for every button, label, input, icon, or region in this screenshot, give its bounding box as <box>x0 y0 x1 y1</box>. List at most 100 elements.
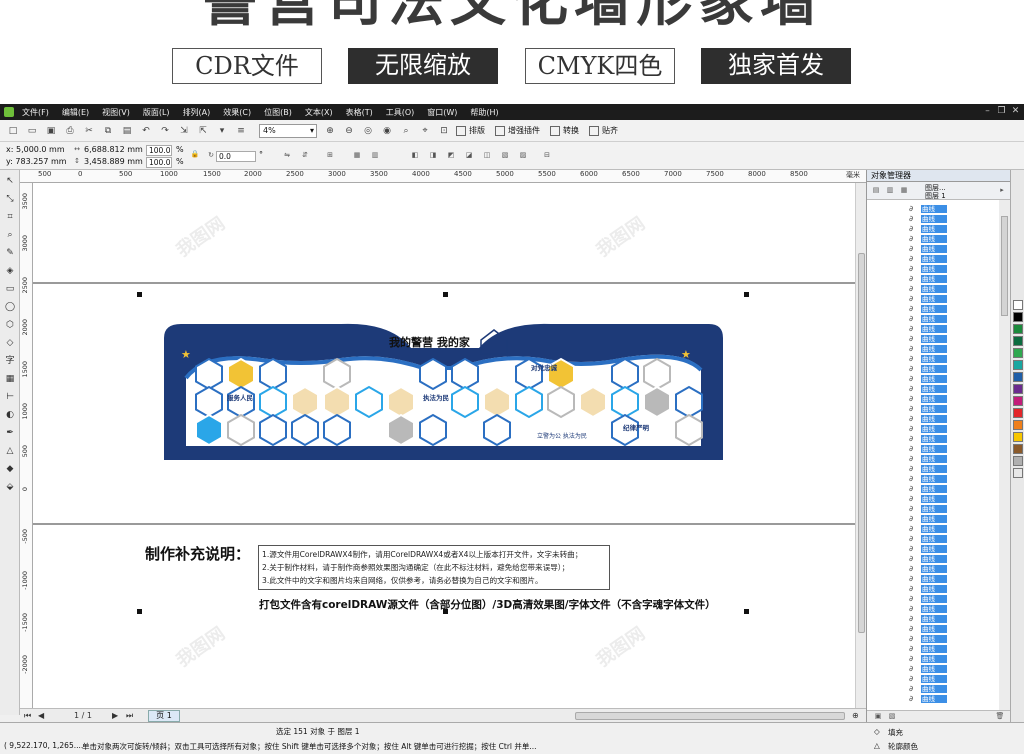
print-icon[interactable]: ⎙ <box>63 124 77 138</box>
menu-effects[interactable]: 效果(C) <box>223 107 251 118</box>
color-swatch[interactable] <box>1013 456 1023 466</box>
object-list-item[interactable]: ∂ 曲线 <box>909 604 989 614</box>
object-list-item[interactable]: ∂ 曲线 <box>909 674 989 684</box>
menu-view[interactable]: 视图(V) <box>102 107 130 118</box>
shape-tool-icon[interactable]: ⤡ <box>3 192 17 206</box>
object-list-item[interactable]: ∂ 曲线 <box>909 214 989 224</box>
object-list-item[interactable]: ∂ 曲线 <box>909 574 989 584</box>
color-swatch[interactable] <box>1013 384 1023 394</box>
height-field[interactable]: 3,458.889 mm <box>84 157 143 166</box>
menu-table[interactable]: 表格(T) <box>346 107 373 118</box>
copy-icon[interactable]: ⧉ <box>101 124 115 138</box>
color-swatch[interactable] <box>1013 360 1023 370</box>
object-list-item[interactable]: ∂ 曲线 <box>909 614 989 624</box>
object-list-item[interactable]: ∂ 曲线 <box>909 474 989 484</box>
menu-bitmaps[interactable]: 位图(B) <box>264 107 292 118</box>
next-page-icon[interactable]: ▶ <box>112 711 118 720</box>
object-list-item[interactable]: ∂ 曲线 <box>909 314 989 324</box>
zoom-width-icon[interactable]: ⌖ <box>418 124 432 138</box>
rotation-angle-field[interactable]: 0.0 <box>216 151 256 162</box>
y-position-field[interactable]: y: 783.257 mm <box>6 157 67 166</box>
object-list-item[interactable]: ∂ 曲线 <box>909 524 989 534</box>
zoom-in-icon[interactable]: ⊕ <box>323 124 337 138</box>
color-swatch[interactable] <box>1013 312 1023 322</box>
object-list-item[interactable]: ∂ 曲线 <box>909 694 989 704</box>
canvas-vertical-scrollbar[interactable] <box>855 183 866 708</box>
menu-tools[interactable]: 工具(O) <box>386 107 415 118</box>
save-icon[interactable]: ▣ <box>44 124 58 138</box>
plugin-button[interactable]: 增强插件 <box>495 125 540 136</box>
color-swatch[interactable] <box>1013 348 1023 358</box>
minimize-icon[interactable]: – <box>982 106 993 117</box>
object-list[interactable]: ∂ 曲线 ∂ 曲线 ∂ 曲线 ∂ 曲线 ∂ 曲线 ∂ 曲线 ∂ 曲线 ∂ 曲线 ∂ 曲线 ∂ 曲线 ∂ 曲线 ∂ 曲线 ∂ 曲线 ∂… <box>867 200 1011 710</box>
menu-text[interactable]: 文本(X) <box>305 107 333 118</box>
navigator-icon[interactable]: ⊕ <box>852 711 859 720</box>
zoom-out-icon[interactable]: ⊖ <box>342 124 356 138</box>
object-list-item[interactable]: ∂ 曲线 <box>909 434 989 444</box>
object-list-item[interactable]: ∂ 曲线 <box>909 634 989 644</box>
object-list-item[interactable]: ∂ 曲线 <box>909 404 989 414</box>
front-minus-back-icon[interactable]: ◫ <box>482 151 492 161</box>
scrollbar-thumb[interactable] <box>858 253 865 633</box>
back-minus-front-icon[interactable]: ▧ <box>500 151 510 161</box>
object-list-item[interactable]: ∂ 曲线 <box>909 644 989 654</box>
object-list-item[interactable]: ∂ 曲线 <box>909 364 989 374</box>
convert-button[interactable]: 转换 <box>550 125 579 136</box>
open-folder-icon[interactable]: ▭ <box>25 124 39 138</box>
ellipse-tool-icon[interactable]: ◯ <box>3 300 17 314</box>
object-list-item[interactable]: ∂ 曲线 <box>909 664 989 674</box>
typeset-button[interactable]: 排版 <box>456 125 485 136</box>
object-list-item[interactable]: ∂ 曲线 <box>909 254 989 264</box>
crop-tool-icon[interactable]: ⌗ <box>3 210 17 224</box>
cut-icon[interactable]: ✂ <box>82 124 96 138</box>
color-swatch[interactable] <box>1013 408 1023 418</box>
width-field[interactable]: 6,688.812 mm <box>84 145 143 154</box>
zoom-selected-icon[interactable]: ◎ <box>361 124 375 138</box>
color-swatch[interactable] <box>1013 336 1023 346</box>
redo-icon[interactable]: ↷ <box>158 124 172 138</box>
selection-handle[interactable] <box>137 292 142 297</box>
object-list-item[interactable]: ∂ 曲线 <box>909 504 989 514</box>
object-list-item[interactable]: ∂ 曲线 <box>909 444 989 454</box>
object-list-item[interactable]: ∂ 曲线 <box>909 324 989 334</box>
export-icon[interactable]: ⇱ <box>196 124 210 138</box>
simplify-icon[interactable]: ◪ <box>464 151 474 161</box>
color-swatch[interactable] <box>1013 324 1023 334</box>
culture-wall-design[interactable]: ★ ★ 我的警营 我的家 服务人民 执法为民 对党忠诚 纪律严明 立警为公 执法… <box>161 318 726 463</box>
object-list-item[interactable]: ∂ 曲线 <box>909 584 989 594</box>
object-list-item[interactable]: ∂ 曲线 <box>909 544 989 554</box>
object-list-item[interactable]: ∂ 曲线 <box>909 274 989 284</box>
restore-icon[interactable]: ❐ <box>996 106 1007 117</box>
object-list-item[interactable]: ∂ 曲线 <box>909 594 989 604</box>
table-tool-icon[interactable]: ▦ <box>3 372 17 386</box>
create-boundary-icon[interactable]: ▨ <box>518 151 528 161</box>
basic-shapes-icon[interactable]: ◇ <box>3 336 17 350</box>
smart-fill-icon[interactable]: ◈ <box>3 264 17 278</box>
object-list-item[interactable]: ∂ 曲线 <box>909 654 989 664</box>
color-swatch[interactable] <box>1013 300 1023 310</box>
selection-handle[interactable] <box>443 292 448 297</box>
outline-tool-icon[interactable]: △ <box>3 444 17 458</box>
selection-handle[interactable] <box>744 292 749 297</box>
object-list-item[interactable]: ∂ 曲线 <box>909 454 989 464</box>
eyedropper-tool-icon[interactable]: ✒ <box>3 426 17 440</box>
menu-layout[interactable]: 版面(L) <box>143 107 170 118</box>
object-list-scrollbar[interactable] <box>999 200 1010 710</box>
object-list-item[interactable]: ∂ 曲线 <box>909 424 989 434</box>
selection-handle[interactable] <box>137 609 142 614</box>
object-list-item[interactable]: ∂ 曲线 <box>909 394 989 404</box>
object-list-item[interactable]: ∂ 曲线 <box>909 354 989 364</box>
blend-tool-icon[interactable]: ◐ <box>3 408 17 422</box>
scale-width-field[interactable]: 100.0 <box>146 145 172 156</box>
welcome-screen-icon[interactable]: ≡ <box>234 124 248 138</box>
object-list-item[interactable]: ∂ 曲线 <box>909 514 989 524</box>
object-list-item[interactable]: ∂ 曲线 <box>909 234 989 244</box>
object-list-item[interactable]: ∂ 曲线 <box>909 554 989 564</box>
x-position-field[interactable]: x: 5,000.0 mm <box>6 145 65 154</box>
text-tool-icon[interactable]: 字 <box>3 354 17 368</box>
color-swatch[interactable] <box>1013 468 1023 478</box>
zoom-height-icon[interactable]: ⊡ <box>437 124 451 138</box>
object-list-item[interactable]: ∂ 曲线 <box>909 624 989 634</box>
object-list-item[interactable]: ∂ 曲线 <box>909 304 989 314</box>
zoom-page-icon[interactable]: ⌕ <box>399 124 413 138</box>
